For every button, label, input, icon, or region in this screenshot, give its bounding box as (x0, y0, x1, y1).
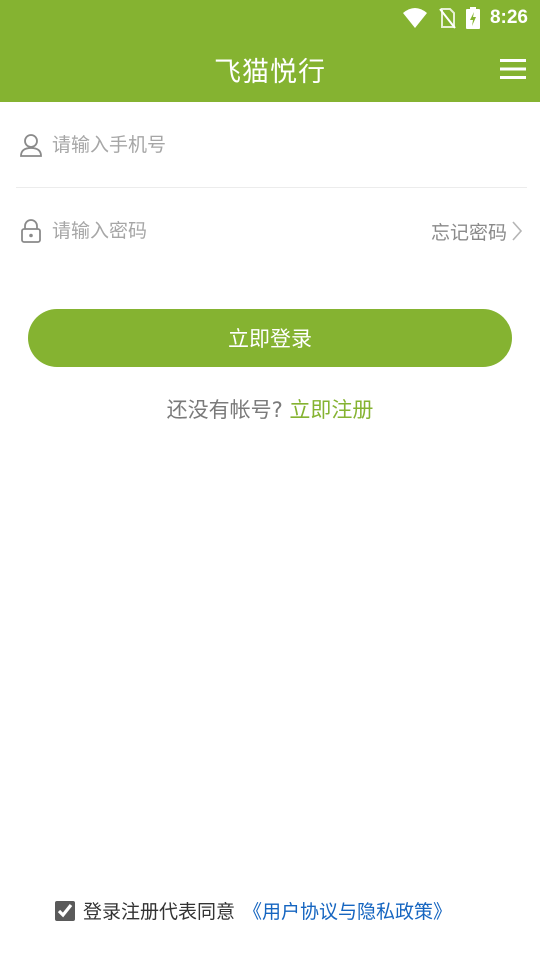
wifi-icon (402, 8, 427, 28)
lock-icon (21, 219, 41, 243)
agreement-text: 登录注册代表同意 (83, 901, 236, 923)
status-bar: 8:26 (402, 6, 528, 30)
no-sim-icon (439, 8, 456, 29)
status-time: 8:26 (489, 7, 528, 28)
forgot-password-link[interactable]: 忘记密码 (431, 218, 523, 245)
password-field-row: 忘记密码 (16, 206, 527, 256)
register-prompt: 还没有帐号? 立即注册 (0, 394, 540, 424)
app-header: 8:26 飞猫悦行 (0, 0, 540, 102)
forgot-password-label: 忘记密码 (430, 221, 507, 244)
agreement-checkbox[interactable] (55, 900, 75, 921)
phone-input[interactable] (52, 134, 527, 156)
login-button[interactable]: 立即登录 (28, 309, 512, 367)
register-prompt-text: 还没有帐号? (166, 398, 283, 422)
page-title: 飞猫悦行 (214, 57, 326, 88)
user-icon (20, 134, 42, 157)
battery-charging-icon (465, 7, 480, 29)
chevron-right-icon (512, 221, 523, 241)
phone-field-row (16, 120, 527, 170)
agreement-row: 登录注册代表同意 《用户协议与隐私政策》 (55, 897, 452, 924)
field-divider (16, 187, 527, 188)
password-input[interactable] (52, 220, 431, 242)
agreement-link[interactable]: 《用户协议与隐私政策》 (243, 897, 452, 924)
register-link[interactable]: 立即注册 (289, 398, 373, 422)
menu-icon[interactable] (498, 56, 528, 82)
